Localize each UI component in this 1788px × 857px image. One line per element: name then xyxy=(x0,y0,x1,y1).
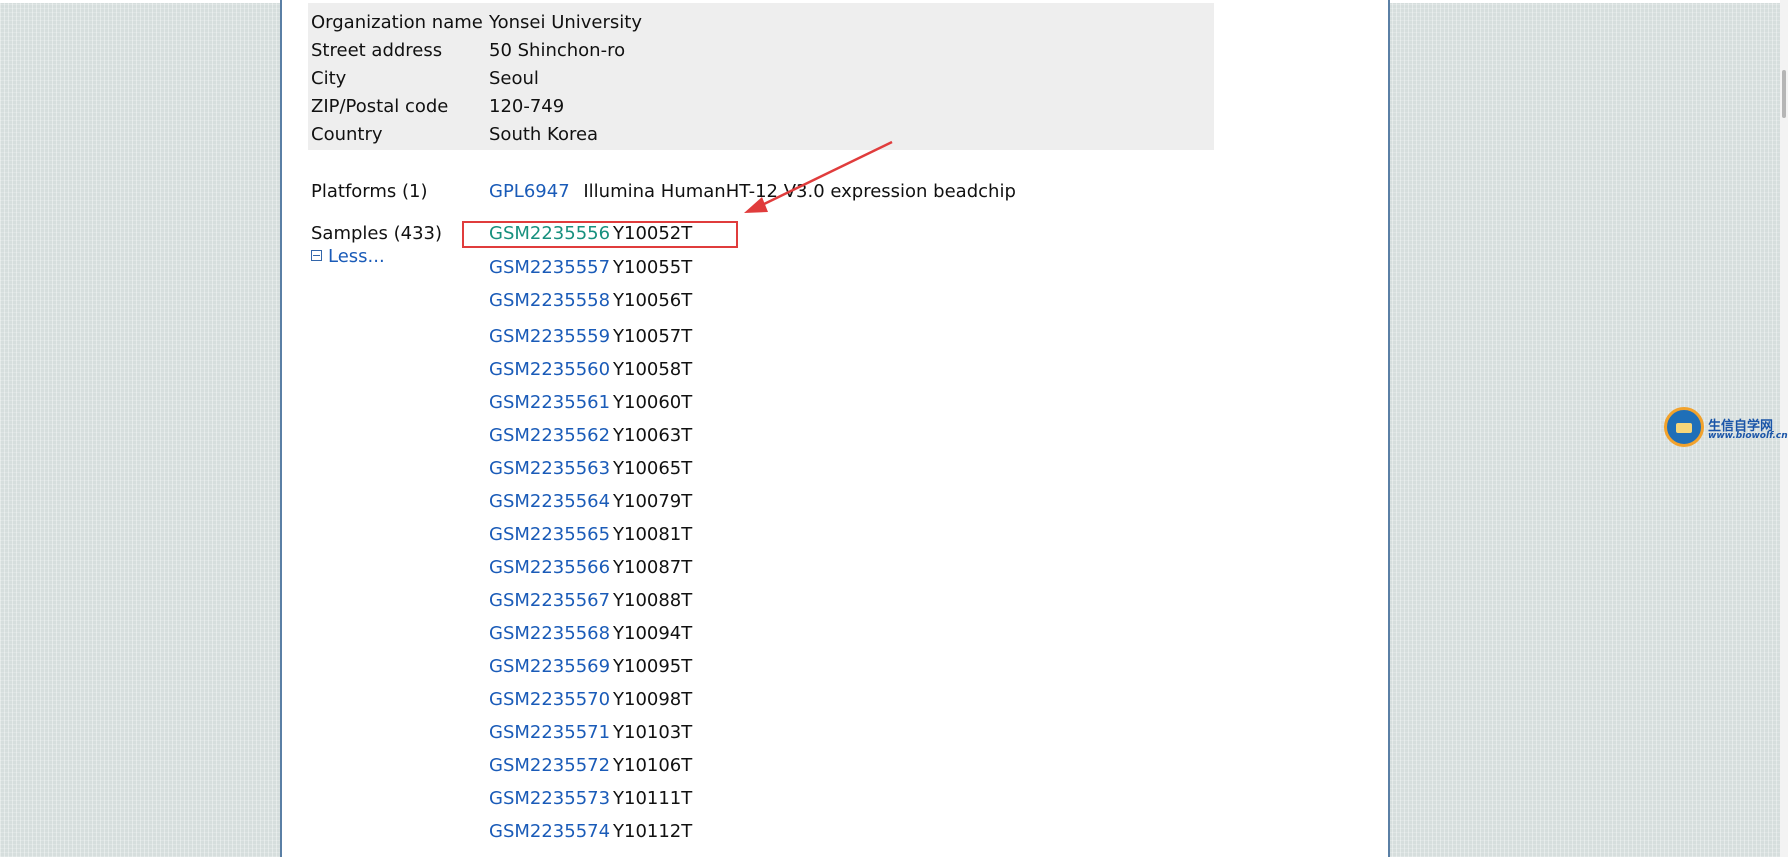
contact-label: Street address xyxy=(311,40,443,61)
sample-accession-link[interactable]: GSM2235558 xyxy=(489,289,613,313)
sample-list-item: GSM2235569 Y10095T xyxy=(489,655,692,679)
sample-accession-link[interactable]: GSM2235565 xyxy=(489,523,613,547)
platform-title: Illumina HumanHT-12 V3.0 expression bead… xyxy=(583,181,1016,202)
sample-accession-link[interactable]: GSM2235567 xyxy=(489,589,613,613)
sample-list-item: GSM2235565 Y10081T xyxy=(489,523,692,547)
sample-title: Y10098T xyxy=(613,689,693,710)
sample-title: Y10106T xyxy=(613,755,693,776)
sample-title: Y10103T xyxy=(613,722,693,743)
sample-title: Y10088T xyxy=(613,590,693,611)
sample-title: Y10087T xyxy=(613,557,693,578)
sample-title: Y10111T xyxy=(613,788,693,809)
sample-accession-link[interactable]: GSM2235573 xyxy=(489,787,613,811)
watermark-logo: 生信自学网 www.biowolf.cn xyxy=(1662,407,1788,453)
sample-list-item: GSM2235563 Y10065T xyxy=(489,457,692,481)
page-content: Organization name Yonsei University Stre… xyxy=(280,0,1390,857)
scrollbar-thumb[interactable] xyxy=(1782,70,1786,118)
sample-title: Y10055T xyxy=(613,257,693,278)
sample-title: Y10081T xyxy=(613,524,693,545)
sample-list-item: GSM2235573 Y10111T xyxy=(489,787,692,811)
contact-label: City xyxy=(311,68,347,89)
less-toggle[interactable]: Less... xyxy=(311,246,385,268)
contact-value: Seoul xyxy=(489,68,539,89)
sample-list-item: GSM2235567 Y10088T xyxy=(489,589,692,613)
sample-accession-link[interactable]: GSM2235574 xyxy=(489,820,613,844)
watermark-url: www.biowolf.cn xyxy=(1708,431,1788,441)
platforms-label: Platforms (1) xyxy=(311,181,428,202)
sample-accession-link[interactable]: GSM2235571 xyxy=(489,721,613,745)
sample-accession-link[interactable]: GSM2235569 xyxy=(489,655,613,679)
sample-list-item: GSM2235560 Y10058T xyxy=(489,358,692,382)
samples-label: Samples (433) xyxy=(311,223,442,244)
sample-list-item: GSM2235558 Y10056T xyxy=(489,289,692,313)
sample-title: Y10060T xyxy=(613,392,693,413)
sample-list-item: GSM2235570 Y10098T xyxy=(489,688,692,712)
contact-value: Yonsei University xyxy=(489,12,642,33)
contact-value: 50 Shinchon-ro xyxy=(489,40,626,61)
sample-list-item: GSM2235559 Y10057T xyxy=(489,325,692,349)
sample-accession-link[interactable]: GSM2235564 xyxy=(489,490,613,514)
platform-entry: GPL6947 Illumina HumanHT-12 V3.0 express… xyxy=(489,180,1016,204)
sample-accession-link[interactable]: GSM2235561 xyxy=(489,391,613,415)
sample-accession-link[interactable]: GSM2235560 xyxy=(489,358,613,382)
sample-list-item: GSM2235566 Y10087T xyxy=(489,556,692,580)
sample-accession-link[interactable]: GSM2235570 xyxy=(489,688,613,712)
sample-title: Y10079T xyxy=(613,491,693,512)
sample-list-item: GSM2235572 Y10106T xyxy=(489,754,692,778)
contact-label: ZIP/Postal code xyxy=(311,96,449,117)
sample-list-item: GSM2235561 Y10060T xyxy=(489,391,692,415)
sample-title: Y10065T xyxy=(613,458,693,479)
sample-title: Y10063T xyxy=(613,425,693,446)
sample-list-item: GSM2235568 Y10094T xyxy=(489,622,692,646)
sample-list-item: GSM2235571 Y10103T xyxy=(489,721,692,745)
sample-list-item: GSM2235564 Y10079T xyxy=(489,490,692,514)
contact-value: 120-749 xyxy=(489,96,565,117)
annotation-highlight-box xyxy=(462,221,738,248)
sample-title: Y10112T xyxy=(613,821,693,842)
sample-title: Y10058T xyxy=(613,359,693,380)
contact-label: Organization name xyxy=(311,12,483,33)
sample-accession-link[interactable]: GSM2235563 xyxy=(489,457,613,481)
wolf-book-icon xyxy=(1664,407,1704,447)
contact-value: South Korea xyxy=(489,124,599,145)
sample-list-item: GSM2235574 Y10112T xyxy=(489,820,692,844)
sample-accession-link[interactable]: GSM2235562 xyxy=(489,424,613,448)
sample-title: Y10094T xyxy=(613,623,693,644)
sample-title: Y10056T xyxy=(613,290,693,311)
sample-accession-link[interactable]: GSM2235559 xyxy=(489,325,613,349)
sample-list-item: GSM2235557 Y10055T xyxy=(489,256,692,280)
sample-accession-link[interactable]: GSM2235568 xyxy=(489,622,613,646)
sample-accession-link[interactable]: GSM2235572 xyxy=(489,754,613,778)
sample-title: Y10057T xyxy=(613,326,693,347)
contact-label: Country xyxy=(311,124,383,145)
platform-accession-link[interactable]: GPL6947 xyxy=(489,181,570,202)
sample-accession-link[interactable]: GSM2235566 xyxy=(489,556,613,580)
sample-accession-link[interactable]: GSM2235557 xyxy=(489,256,613,280)
less-link[interactable]: Less... xyxy=(328,246,385,267)
collapse-minus-icon xyxy=(311,249,322,261)
sample-title: Y10095T xyxy=(613,656,693,677)
sample-list-item: GSM2235562 Y10063T xyxy=(489,424,692,448)
